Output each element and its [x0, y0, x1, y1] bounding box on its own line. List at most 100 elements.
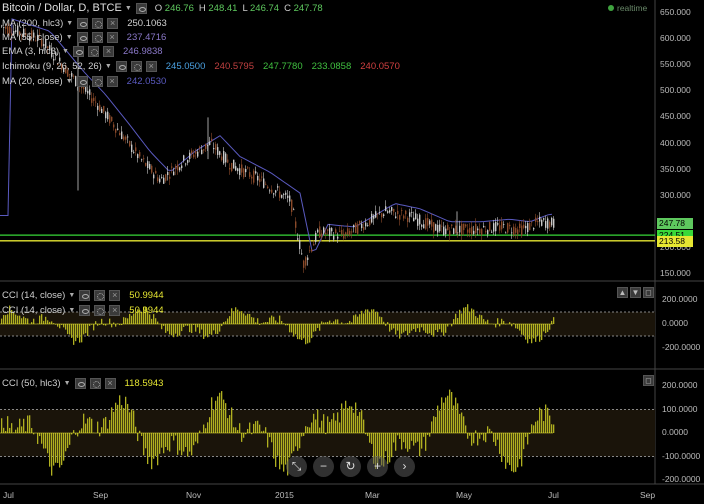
- candle-body: [305, 257, 307, 266]
- candle-body: [525, 225, 527, 229]
- cci-bar: [433, 416, 435, 433]
- cci-label[interactable]: CCI (14, close): [2, 304, 65, 317]
- fit-screen-icon[interactable]: ⤡: [286, 456, 307, 477]
- candle-body: [303, 260, 305, 268]
- cci-bar: [297, 433, 299, 451]
- indicator-label[interactable]: MA (55, close): [2, 31, 63, 44]
- cci-bar: [447, 324, 449, 327]
- indicator-label[interactable]: EMA (3, hlc3): [2, 45, 59, 58]
- gear-icon[interactable]: [130, 61, 142, 72]
- close-icon[interactable]: ×: [104, 378, 116, 389]
- candle-body: [133, 151, 135, 153]
- cci-label[interactable]: CCI (50, hlc3): [2, 377, 61, 390]
- cci-bar: [357, 316, 359, 324]
- cci-bar: [31, 428, 33, 433]
- candle-body: [341, 229, 343, 235]
- close-icon[interactable]: ×: [106, 76, 118, 87]
- zoom-out-icon[interactable]: −: [313, 456, 334, 477]
- cci-axis-label: -100.0000: [662, 450, 701, 461]
- pane-down-icon[interactable]: ▼: [630, 287, 641, 298]
- candle-body: [329, 227, 331, 237]
- candle-body: [267, 186, 269, 189]
- eye-icon[interactable]: [79, 290, 91, 301]
- indicator-label[interactable]: MA (20, close): [2, 75, 63, 88]
- cci-bar: [73, 324, 75, 345]
- cci-bar: [475, 316, 477, 324]
- cci-bar: [455, 397, 457, 433]
- gear-icon[interactable]: [94, 305, 106, 316]
- close-icon[interactable]: ×: [109, 305, 121, 316]
- gear-icon[interactable]: [91, 76, 103, 87]
- eye-icon[interactable]: [135, 3, 147, 14]
- gear-icon[interactable]: [87, 46, 99, 57]
- cci-bar: [19, 418, 21, 433]
- candle-body: [209, 141, 211, 146]
- chevron-down-icon[interactable]: ▼: [62, 45, 69, 58]
- cci-bar: [495, 433, 497, 446]
- indicator-value: 240.5795: [214, 61, 254, 72]
- cci-label[interactable]: CCI (14, close): [2, 289, 65, 302]
- pane-maximize-icon[interactable]: ◻: [643, 287, 654, 298]
- cci-bar: [401, 324, 403, 334]
- ohlc-key: C: [284, 3, 291, 14]
- eye-icon[interactable]: [76, 32, 88, 43]
- chevron-down-icon[interactable]: ▼: [125, 2, 132, 15]
- reset-icon[interactable]: ↻: [340, 456, 361, 477]
- candle-body: [521, 225, 523, 236]
- eye-icon[interactable]: [77, 18, 89, 29]
- cci-bar: [417, 433, 419, 442]
- cci-bar: [239, 311, 241, 324]
- cci-bar: [539, 407, 541, 433]
- cci-bar: [207, 422, 209, 433]
- chevron-down-icon[interactable]: ▼: [66, 31, 73, 44]
- chevron-down-icon[interactable]: ▼: [66, 75, 73, 88]
- candle-body: [235, 166, 237, 171]
- candle-body: [171, 166, 173, 168]
- scroll-right-icon[interactable]: ›: [394, 456, 415, 477]
- symbol-title[interactable]: Bitcoin / Dollar, D, BTCE: [2, 2, 122, 15]
- cci-bar: [537, 420, 539, 433]
- pane-maximize-icon[interactable]: ◻: [643, 375, 654, 386]
- candle-body: [193, 154, 195, 158]
- candle-body: [199, 146, 201, 148]
- chevron-down-icon[interactable]: ▼: [66, 17, 73, 30]
- cci-bar: [527, 433, 529, 445]
- candle-body: [431, 219, 433, 227]
- close-icon[interactable]: ×: [145, 61, 157, 72]
- cci-bar: [289, 324, 291, 333]
- cci-value: 118.5943: [124, 378, 164, 389]
- eye-icon[interactable]: [79, 305, 91, 316]
- cci-bar: [165, 433, 167, 447]
- cci-bar: [291, 324, 293, 333]
- close-icon[interactable]: ×: [106, 32, 118, 43]
- eye-icon[interactable]: [115, 61, 127, 72]
- gear-icon[interactable]: [89, 378, 101, 389]
- cci-bar: [501, 318, 503, 324]
- cci-bar: [305, 324, 307, 345]
- cci-bar: [511, 324, 513, 327]
- cci-bar: [283, 433, 285, 472]
- cci-bar: [271, 315, 273, 324]
- chevron-down-icon[interactable]: ▼: [68, 289, 75, 302]
- cci-bar: [3, 427, 5, 433]
- chevron-down-icon[interactable]: ▼: [64, 377, 71, 390]
- zoom-in-icon[interactable]: +: [367, 456, 388, 477]
- eye-icon[interactable]: [76, 76, 88, 87]
- cci-bar: [289, 433, 291, 458]
- candle-body: [551, 217, 553, 226]
- gear-icon[interactable]: [94, 290, 106, 301]
- cci-bar: [329, 320, 331, 324]
- chevron-down-icon[interactable]: ▼: [68, 304, 75, 317]
- close-icon[interactable]: ×: [102, 46, 114, 57]
- close-icon[interactable]: ×: [107, 18, 119, 29]
- gear-icon[interactable]: [91, 32, 103, 43]
- eye-icon[interactable]: [74, 378, 86, 389]
- pane-up-icon[interactable]: ▲: [617, 287, 628, 298]
- eye-icon[interactable]: [72, 46, 84, 57]
- candle-body: [495, 221, 497, 232]
- gear-icon[interactable]: [92, 18, 104, 29]
- indicator-label[interactable]: MA (200, hlc3): [2, 17, 63, 30]
- chevron-down-icon[interactable]: ▼: [105, 60, 112, 73]
- close-icon[interactable]: ×: [109, 290, 121, 301]
- indicator-label[interactable]: Ichimoku (9, 26, 52, 26): [2, 60, 102, 73]
